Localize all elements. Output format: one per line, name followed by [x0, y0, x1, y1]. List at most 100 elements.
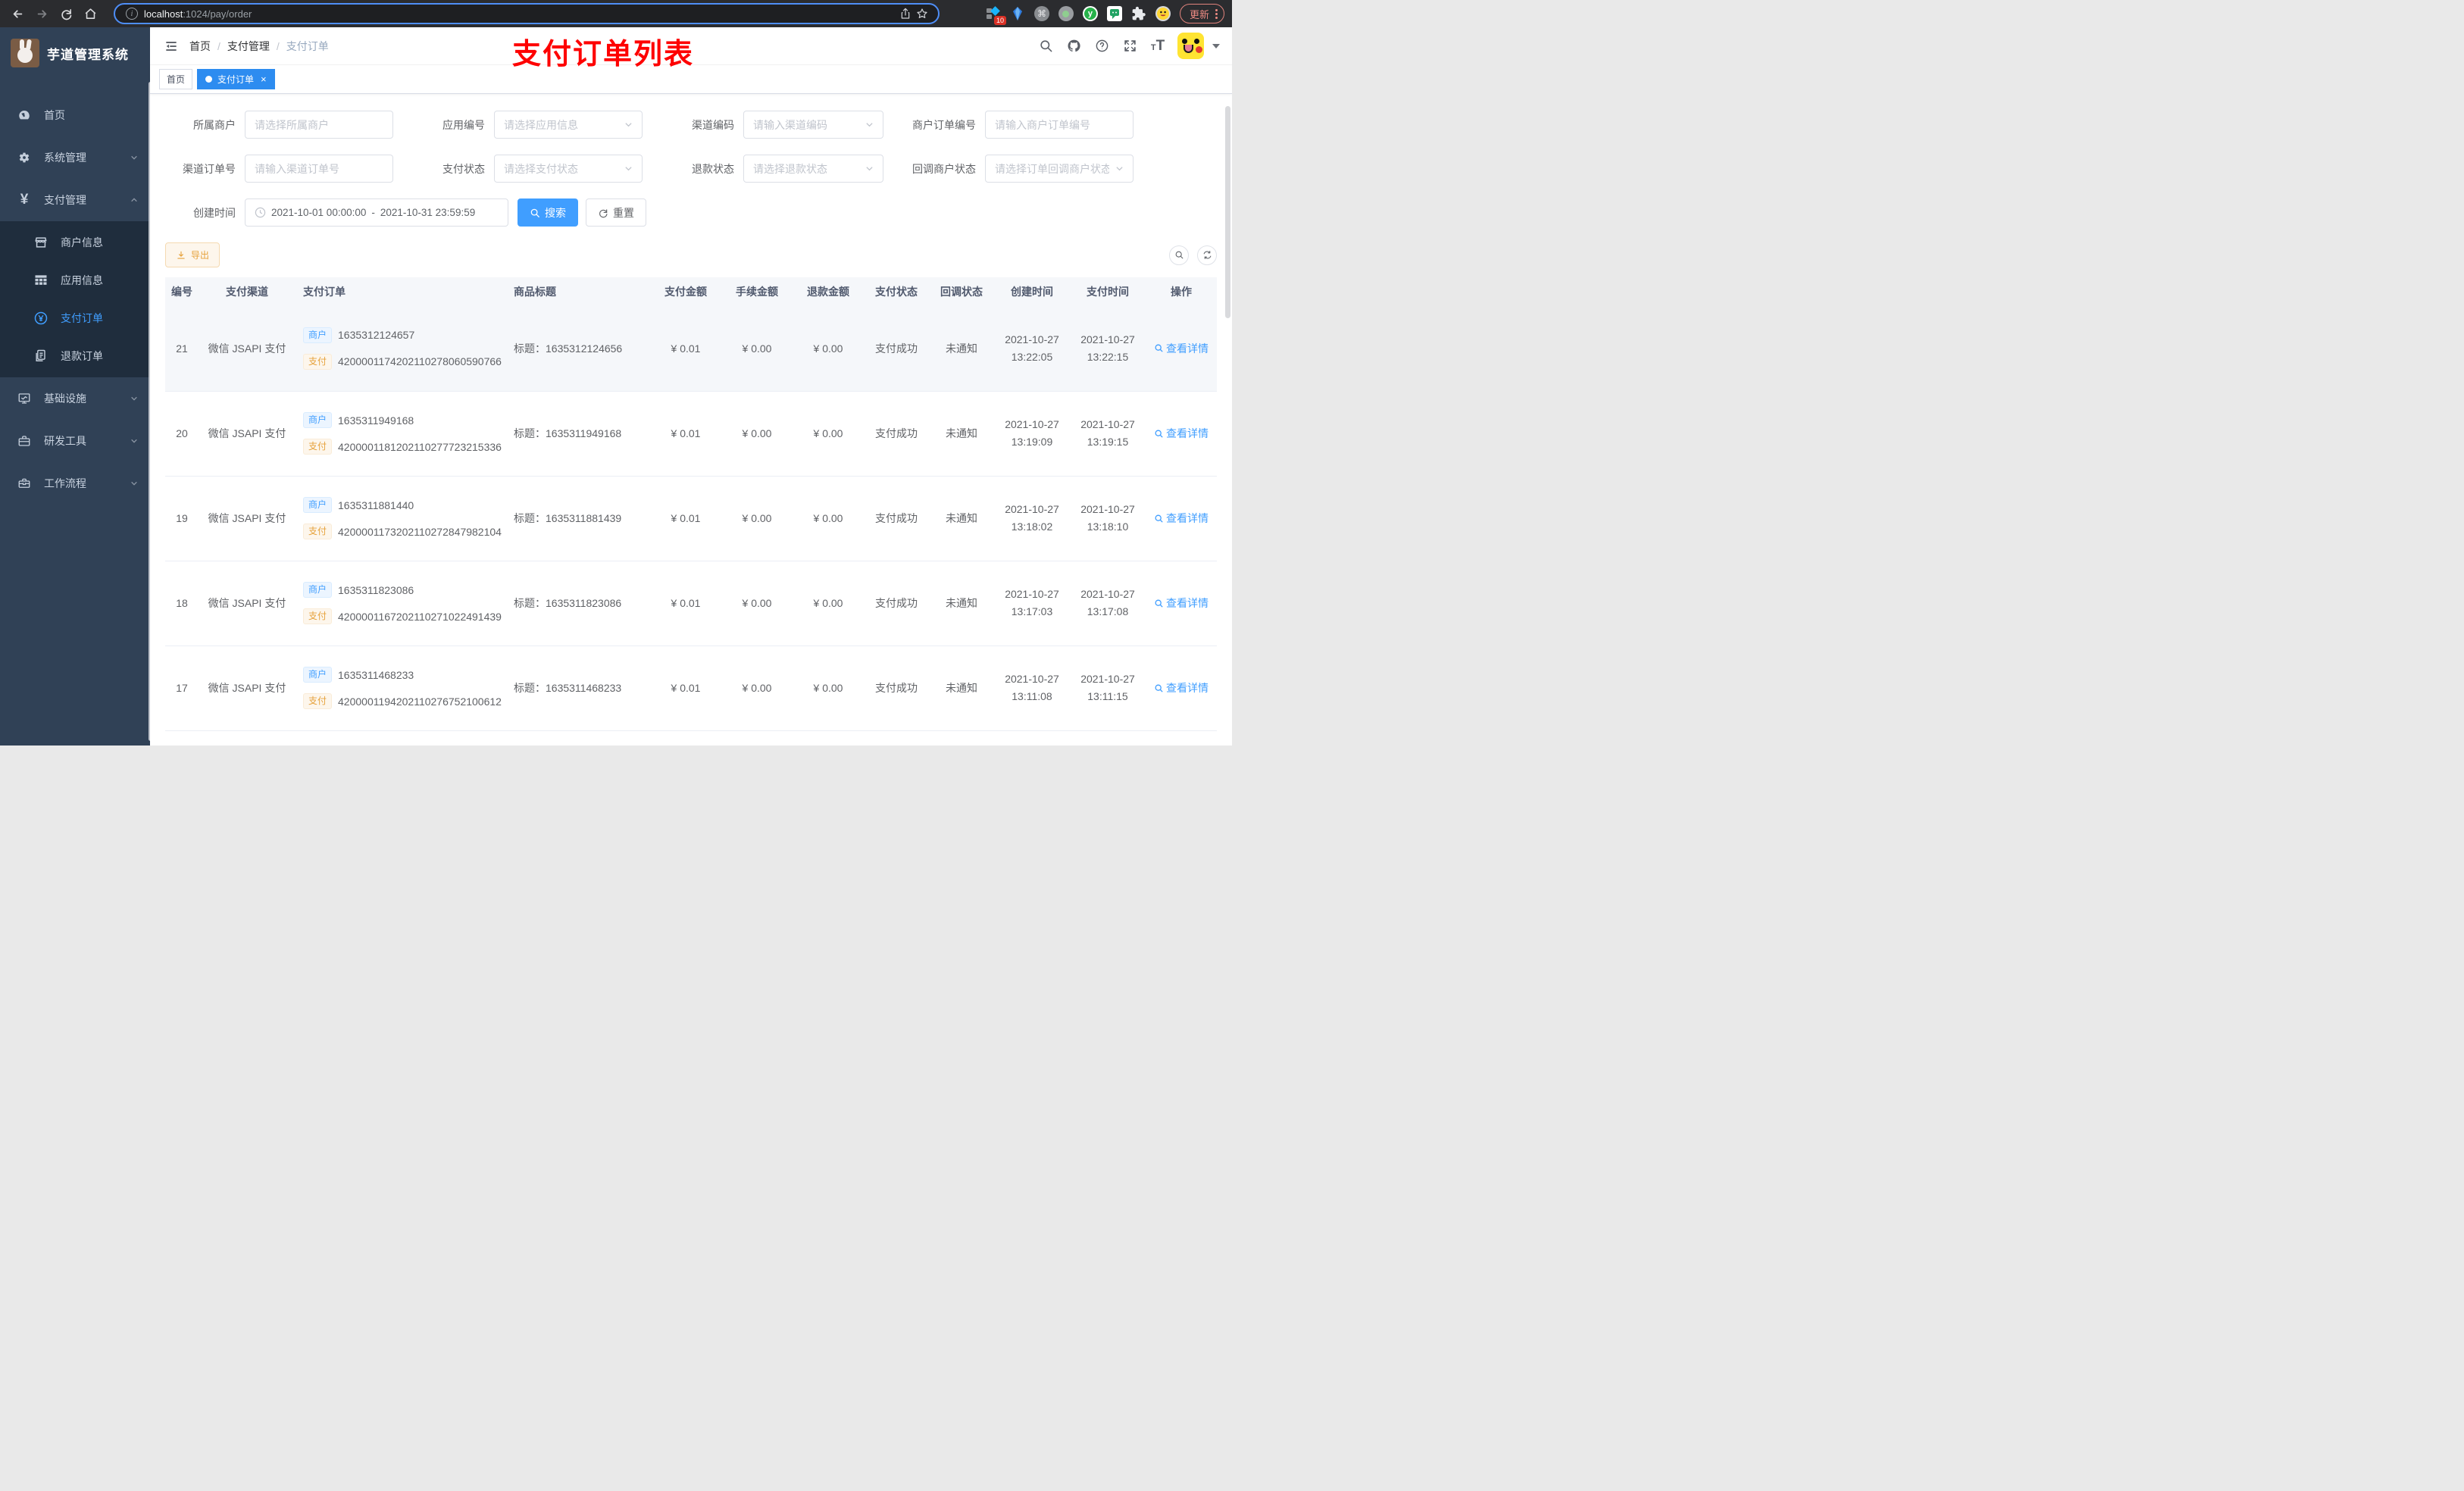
- toggle-search-button[interactable]: [1169, 245, 1189, 265]
- browser-toolbar: i localhost :1024/pay/order 10 ⌘ y 更新: [0, 0, 1232, 27]
- pay-amount: ¥ 0.01: [650, 391, 721, 477]
- merchant-order-no: 1635312124657: [338, 329, 415, 342]
- row-actions: 查看详情: [1146, 476, 1217, 561]
- extension-chat-icon[interactable]: [1106, 6, 1122, 21]
- url-host: localhost: [144, 8, 183, 20]
- extension-command-icon[interactable]: ⌘: [1033, 6, 1049, 21]
- fee-amount: ¥ 0.00: [721, 391, 793, 477]
- sidebar-item-payment[interactable]: ¥ 支付管理: [0, 179, 150, 221]
- browser-update-button[interactable]: 更新: [1179, 4, 1224, 23]
- pay-status: 支付成功: [864, 306, 929, 392]
- browser-forward-icon[interactable]: [32, 4, 52, 23]
- share-icon[interactable]: [897, 5, 914, 22]
- tag-home[interactable]: 首页: [159, 69, 193, 89]
- sidebar-item-home[interactable]: 首页: [0, 94, 150, 136]
- user-avatar[interactable]: [1177, 33, 1204, 59]
- channel-code-select[interactable]: 请输入渠道编码: [743, 111, 883, 139]
- merchant-order-input-wrap[interactable]: [985, 111, 1134, 139]
- pay-order-cell: 商户 1635311881440 支付 42000011732021102728479…: [295, 476, 506, 561]
- view-detail-link[interactable]: 查看详情: [1154, 511, 1209, 526]
- bookmark-star-icon[interactable]: [914, 5, 930, 22]
- notify-status: 未通知: [929, 391, 994, 477]
- sidebar-item-merchant-info[interactable]: 商户信息: [0, 223, 150, 261]
- view-detail-link[interactable]: 查看详情: [1154, 680, 1209, 695]
- column-header: 手续金额: [721, 277, 793, 306]
- pay-order-tag: 支付: [303, 693, 333, 709]
- view-detail-link[interactable]: 查看详情: [1154, 595, 1209, 611]
- callback-status-select[interactable]: 请选择订单回调商户状态: [985, 155, 1134, 183]
- channel-order-input-wrap[interactable]: [245, 155, 393, 183]
- column-header: 商品标题: [506, 277, 650, 306]
- export-button[interactable]: 导出: [165, 242, 220, 267]
- tag-close-icon[interactable]: ×: [261, 74, 267, 84]
- font-size-icon[interactable]: TT: [1149, 38, 1166, 55]
- search-icon[interactable]: [1037, 38, 1054, 55]
- pay-channel: 微信 JSAPI 支付: [199, 391, 295, 477]
- merchant-select[interactable]: [245, 111, 393, 139]
- extensions-puzzle-icon[interactable]: [1131, 6, 1146, 21]
- column-header: 创建时间: [994, 277, 1070, 306]
- profile-avatar-icon[interactable]: [1155, 6, 1171, 21]
- empty-cell: [199, 730, 295, 746]
- column-header: 支付订单: [295, 277, 506, 306]
- address-bar[interactable]: i localhost :1024/pay/order: [114, 3, 940, 24]
- fullscreen-icon[interactable]: [1121, 38, 1138, 55]
- view-detail-link[interactable]: 查看详情: [1154, 426, 1209, 441]
- browser-menu-icon[interactable]: [1215, 8, 1218, 19]
- empty-cell: [929, 730, 994, 746]
- breadcrumb-home[interactable]: 首页: [189, 39, 211, 54]
- order-id: 19: [165, 476, 199, 561]
- extension-gem-icon[interactable]: [1010, 6, 1025, 21]
- browser-home-icon[interactable]: [80, 4, 100, 23]
- sidebar-item-system[interactable]: 系统管理: [0, 136, 150, 179]
- pay-time: 2021-10-27 13:18:10: [1070, 476, 1146, 561]
- merchant-order-no: 1635311949168: [338, 414, 414, 427]
- app-logo-row[interactable]: 芋道管理系统: [0, 32, 150, 74]
- create-time: 2021-10-27 13:17:03: [994, 561, 1070, 646]
- github-icon[interactable]: [1065, 38, 1082, 55]
- product-title: 标题：1635312124656: [506, 306, 650, 392]
- extension-diamond-icon[interactable]: 10: [986, 6, 1006, 25]
- create-time: 2021-10-27 13:18:02: [994, 476, 1070, 561]
- help-icon[interactable]: [1093, 38, 1110, 55]
- active-tag-dot: [205, 76, 213, 83]
- sidebar-item-refund-order[interactable]: 退款订单: [0, 337, 150, 375]
- extension-dot-icon[interactable]: [1058, 6, 1074, 21]
- create-time-range-picker[interactable]: 2021-10-01 00:00:00 - 2021-10-31 23:59:5…: [245, 198, 508, 227]
- sidebar-item-label: 首页: [44, 109, 65, 121]
- extension-y-icon[interactable]: y: [1082, 6, 1098, 21]
- browser-back-icon[interactable]: [8, 4, 27, 23]
- pay-status-select[interactable]: 请选择支付状态: [494, 155, 643, 183]
- reset-button[interactable]: 重置: [586, 198, 646, 227]
- sidebar-item-app-info[interactable]: 应用信息: [0, 261, 150, 299]
- channel-order-input[interactable]: [255, 162, 383, 175]
- channel-pay-no: 4200001167202110271022491439: [338, 610, 502, 623]
- sidebar-item-label: 应用信息: [61, 274, 103, 286]
- sidebar-item-workflow[interactable]: 工作流程: [0, 462, 150, 505]
- breadcrumb-payment[interactable]: 支付管理: [227, 39, 270, 54]
- refund-amount: ¥ 0.00: [793, 561, 864, 646]
- merchant-order-input[interactable]: [995, 118, 1124, 131]
- tag-pay-order[interactable]: 支付订单 ×: [197, 69, 275, 89]
- column-header: 支付时间: [1070, 277, 1146, 306]
- site-info-icon[interactable]: i: [126, 8, 138, 20]
- view-detail-link[interactable]: 查看详情: [1154, 341, 1209, 356]
- app-select[interactable]: 请选择应用信息: [494, 111, 643, 139]
- date-range-end: 2021-10-31 23:59:59: [380, 207, 476, 218]
- browser-reload-icon[interactable]: [56, 4, 76, 23]
- merchant-order-no: 1635311468233: [338, 668, 414, 681]
- empty-cell: [864, 730, 929, 746]
- avatar-dropdown-caret[interactable]: [1212, 43, 1220, 48]
- sidebar-item-dev-tools[interactable]: 研发工具: [0, 420, 150, 462]
- pay-amount: ¥ 0.01: [650, 561, 721, 646]
- url-path: :1024/pay/order: [183, 8, 252, 20]
- search-button[interactable]: 搜索: [518, 198, 578, 227]
- refund-status-select[interactable]: 请选择退款状态: [743, 155, 883, 183]
- refresh-button[interactable]: [1197, 245, 1217, 265]
- sidebar-item-label: 退款订单: [61, 350, 103, 362]
- merchant-input[interactable]: [255, 118, 383, 131]
- sidebar-item-infrastructure[interactable]: 基础设施: [0, 377, 150, 420]
- sidebar-item-pay-order[interactable]: 支付订单: [0, 299, 150, 337]
- sidebar-fold-icon[interactable]: [158, 33, 185, 60]
- page-scrollbar[interactable]: [1225, 106, 1230, 318]
